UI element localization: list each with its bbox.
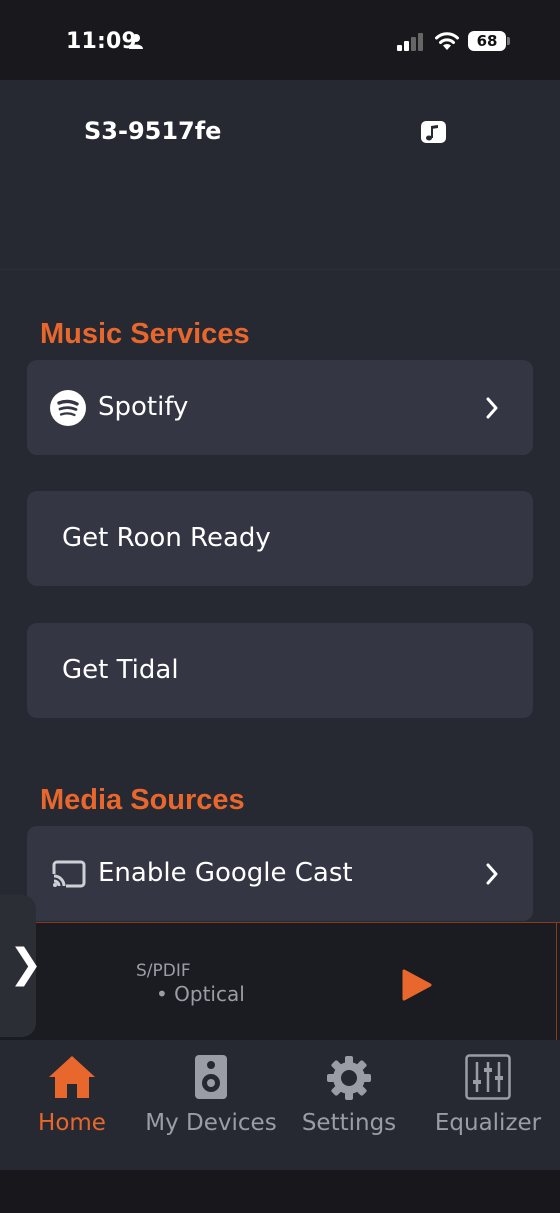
home-icon [49,1056,95,1098]
spotify-label: Spotify [98,392,189,422]
tab-equalizer[interactable]: Equalizer [418,1040,558,1170]
device-name: S3-9517fe [84,117,222,145]
google-cast-label: Enable Google Cast [98,858,353,888]
tidal-label: Get Tidal [62,655,179,685]
roon-ready-label: Get Roon Ready [62,523,271,553]
speaker-icon [195,1055,227,1099]
status-time: 11:09 [66,29,138,54]
chevron-right-icon [486,397,498,419]
source-name: S/PDIF [136,961,191,981]
now-playing-bar[interactable]: S/PDIF • Optical [0,922,560,1050]
tab-bar: Home My Devices Settings Equalizer [0,1040,560,1170]
wifi-icon [435,32,459,50]
roon-ready-card[interactable]: Get Roon Ready [27,491,533,586]
tab-home-label: Home [38,1110,106,1136]
main-content: S3-9517fe Music Services Spotify Get Roo… [0,80,560,1050]
home-indicator-area [0,1170,560,1213]
battery-indicator: 68 [468,31,506,51]
battery-level: 68 [476,32,498,50]
tab-equalizer-label: Equalizer [434,1110,542,1136]
tab-settings[interactable]: Settings [279,1040,419,1170]
player-border [556,923,557,1043]
gear-icon [327,1056,371,1100]
tab-home[interactable]: Home [2,1040,142,1170]
battery-tip [507,37,510,45]
side-drawer-handle[interactable]: ❯ [0,895,43,1037]
status-bar: 11:09 68 [0,0,560,80]
music-services-title: Music Services [40,318,250,350]
tab-my-devices[interactable]: My Devices [141,1040,281,1170]
person-icon [129,34,143,49]
equalizer-icon [465,1054,511,1100]
chevron-right-icon: ❯ [9,941,43,987]
play-icon[interactable] [402,969,432,1001]
music-note-icon[interactable] [421,121,446,143]
google-cast-card[interactable]: Enable Google Cast [27,826,533,921]
device-header: S3-9517fe [0,80,560,270]
cellular-signal-icon [397,33,423,51]
spotify-card[interactable]: Spotify [27,360,533,455]
spotify-icon [50,390,86,426]
media-sources-title: Media Sources [40,784,245,816]
tab-settings-label: Settings [301,1110,397,1136]
cast-icon [52,860,86,888]
tab-my-devices-label: My Devices [145,1110,277,1136]
source-input: • Optical [156,982,245,1006]
tidal-card[interactable]: Get Tidal [27,623,533,718]
chevron-right-icon [486,863,498,885]
